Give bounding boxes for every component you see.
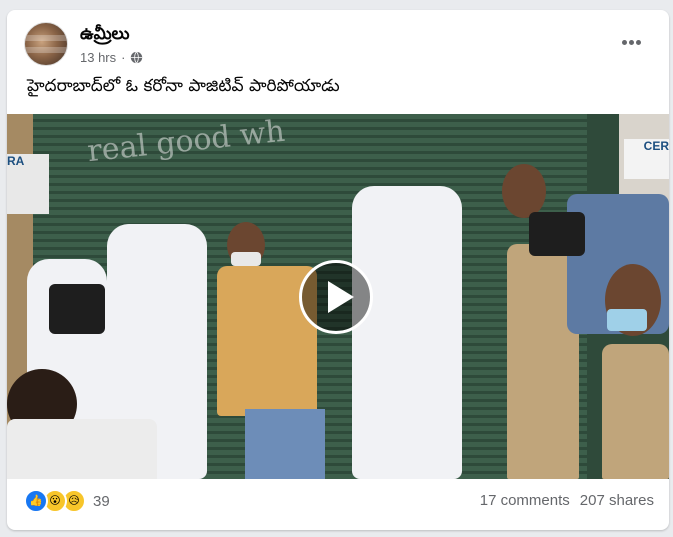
ppe-person (352, 186, 462, 479)
camera (529, 212, 585, 256)
police-officer (602, 344, 669, 479)
post-header: ఉమ్రీలు 13 hrs · (7, 10, 669, 80)
like-icon: 👍 (24, 489, 48, 513)
shop-sign-left: RA (7, 154, 49, 214)
author-avatar[interactable] (24, 22, 68, 66)
author-name[interactable]: ఉమ్రీలు (80, 24, 130, 48)
play-icon (328, 281, 354, 313)
more-options-icon[interactable] (621, 32, 647, 46)
face-mask (607, 309, 647, 331)
comments-count-link[interactable]: 17 comments (480, 492, 570, 509)
post-footer: 👍 😮 😥 39 17 comments 207 shares (7, 480, 669, 530)
meta-separator: · (121, 50, 126, 65)
camera (49, 284, 105, 334)
video-player[interactable]: real good wh RA CER (7, 114, 669, 479)
post-meta: 13 hrs · (80, 50, 143, 65)
post-timestamp[interactable]: 13 hrs (80, 50, 116, 65)
post-card: ఉమ్రీలు 13 hrs · హైదరాబాద్‌లో ఓ కరోనా పా… (7, 10, 669, 530)
reactions-summary[interactable]: 👍 😮 😥 39 (24, 489, 110, 513)
post-caption: హైదరాబాద్‌లో ఓ కరోనా పాజిటివ్ పారిపోయాడు (27, 76, 340, 96)
globe-icon (131, 51, 143, 64)
face-mask (231, 252, 261, 266)
jeans (245, 409, 325, 479)
white-shirt (7, 419, 157, 479)
play-button[interactable] (299, 260, 373, 334)
shutter-lettering: real good wh (85, 114, 287, 170)
person-head (502, 164, 546, 218)
post-stats: 17 comments 207 shares (480, 492, 654, 509)
shop-sign-right: CER (624, 139, 669, 179)
shares-count-link[interactable]: 207 shares (580, 492, 654, 509)
reaction-count: 39 (93, 492, 110, 510)
